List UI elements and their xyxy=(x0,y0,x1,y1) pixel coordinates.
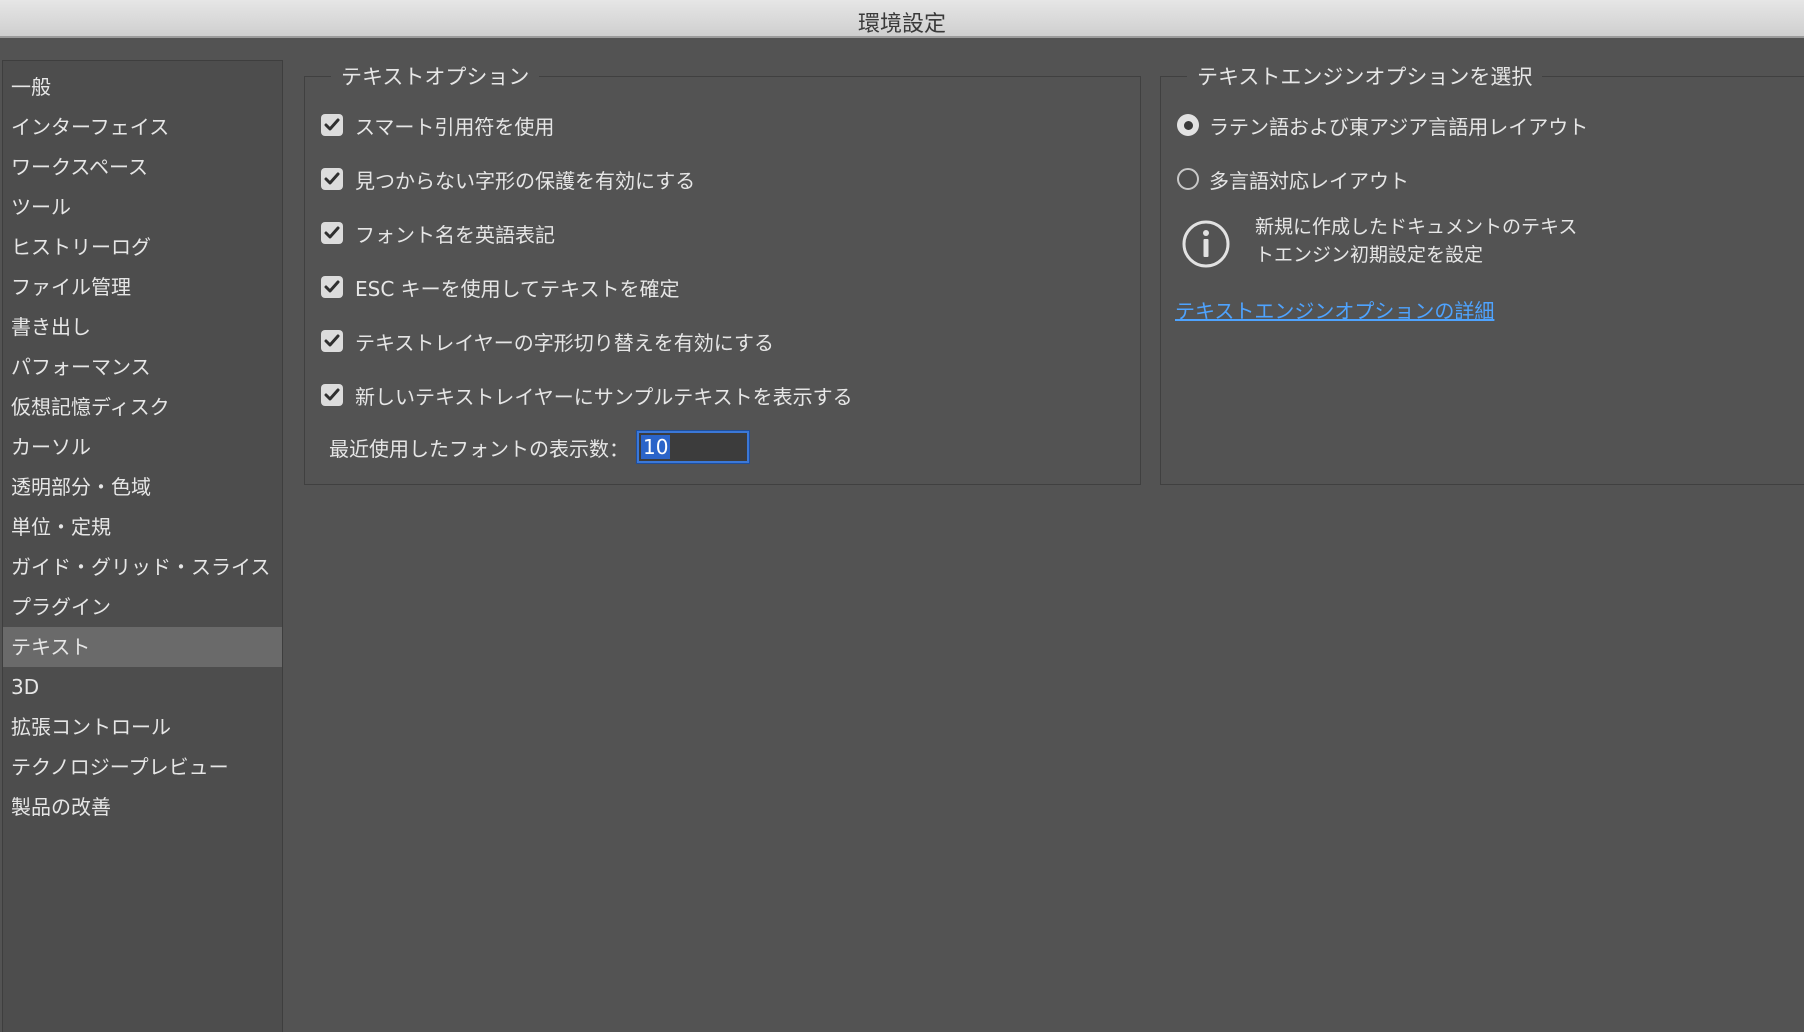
missing-glyph-protection-option[interactable]: 見つからない字形の保護を有効にする xyxy=(321,164,695,194)
glyph-alternates-option[interactable]: テキストレイヤーの字形切り替えを有効にする xyxy=(321,326,774,356)
sidebar-item-3d[interactable]: 3D xyxy=(3,667,282,707)
sidebar-item-plugins[interactable]: プラグイン xyxy=(3,587,282,627)
sidebar-item-transparency-gamut[interactable]: 透明部分・色域 xyxy=(3,467,282,507)
checkmark-icon xyxy=(324,280,340,293)
engine-info-text: 新規に作成したドキュメントのテキス トエンジン初期設定を設定 xyxy=(1255,213,1635,269)
glyph-alternates-label: テキストレイヤーの字形切り替えを有効にする xyxy=(355,330,774,355)
world-ready-layout-radio[interactable] xyxy=(1177,168,1199,190)
sidebar-item-scratch-disks[interactable]: 仮想記憶ディスク xyxy=(3,387,282,427)
font-names-english-checkbox[interactable] xyxy=(321,222,343,244)
checkmark-icon xyxy=(324,118,340,131)
checkmark-icon xyxy=(324,388,340,401)
engine-info-line2: トエンジン初期設定を設定 xyxy=(1255,244,1484,266)
esc-commit-text-label: ESC キーを使用してテキストを確定 xyxy=(355,276,680,301)
latin-east-asian-layout-label: ラテン語および東アジア言語用レイアウト xyxy=(1209,114,1589,139)
window-titlebar: 環境設定 xyxy=(0,0,1804,38)
sidebar-list: 一般 インターフェイス ワークスペース ツール ヒストリーログ ファイル管理 書… xyxy=(3,61,282,827)
sidebar-item-product-improvement[interactable]: 製品の改善 xyxy=(3,787,282,827)
smart-quotes-label: スマート引用符を使用 xyxy=(355,114,555,139)
esc-commit-text-option[interactable]: ESC キーを使用してテキストを確定 xyxy=(321,272,679,302)
text-engine-options-legend: テキストエンジンオプションを選択 xyxy=(1187,61,1543,91)
smart-quotes-checkbox[interactable] xyxy=(321,114,343,136)
recent-fonts-input[interactable]: 10 xyxy=(636,430,750,464)
latin-east-asian-layout-option[interactable]: ラテン語および東アジア言語用レイアウト xyxy=(1177,110,1588,140)
text-options-legend: テキストオプション xyxy=(331,61,540,91)
sidebar-item-type[interactable]: テキスト xyxy=(3,627,282,667)
sidebar-item-guides-grid-slices[interactable]: ガイド・グリッド・スライス xyxy=(3,547,282,587)
sidebar-item-interface[interactable]: インターフェイス xyxy=(3,107,282,147)
sidebar-item-export[interactable]: 書き出し xyxy=(3,307,282,347)
placeholder-text-label: 新しいテキストレイヤーにサンプルテキストを表示する xyxy=(355,384,853,409)
latin-east-asian-layout-radio[interactable] xyxy=(1177,114,1199,136)
recent-fonts-value: 10 xyxy=(641,435,671,459)
engine-info-line1: 新規に作成したドキュメントのテキス xyxy=(1255,216,1578,238)
world-ready-layout-label: 多言語対応レイアウト xyxy=(1209,168,1409,193)
info-icon xyxy=(1182,220,1230,268)
sidebar-item-workspace[interactable]: ワークスペース xyxy=(3,147,282,187)
sidebar-item-cursors[interactable]: カーソル xyxy=(3,427,282,467)
sidebar-item-technology-previews[interactable]: テクノロジープレビュー xyxy=(3,747,282,787)
world-ready-layout-option[interactable]: 多言語対応レイアウト xyxy=(1177,164,1409,194)
checkmark-icon xyxy=(324,226,340,239)
checkmark-icon xyxy=(324,334,340,347)
text-options-group: テキストオプション スマート引用符を使用 見つからない字形の保護を有効にする フ… xyxy=(304,61,1141,485)
placeholder-text-checkbox[interactable] xyxy=(321,384,343,406)
glyph-alternates-checkbox[interactable] xyxy=(321,330,343,352)
smart-quotes-option[interactable]: スマート引用符を使用 xyxy=(321,110,554,140)
sidebar-item-units-rulers[interactable]: 単位・定規 xyxy=(3,507,282,547)
missing-glyph-protection-checkbox[interactable] xyxy=(321,168,343,190)
preferences-sidebar: 一般 インターフェイス ワークスペース ツール ヒストリーログ ファイル管理 書… xyxy=(2,60,283,1032)
font-names-english-label: フォント名を英語表記 xyxy=(355,222,555,247)
recent-fonts-row: 最近使用したフォントの表示数： 10 xyxy=(329,430,750,464)
checkmark-icon xyxy=(324,172,340,185)
sidebar-item-performance[interactable]: パフォーマンス xyxy=(3,347,282,387)
font-names-english-option[interactable]: フォント名を英語表記 xyxy=(321,218,555,248)
sidebar-item-history-log[interactable]: ヒストリーログ xyxy=(3,227,282,267)
window-title: 環境設定 xyxy=(857,12,946,37)
placeholder-text-option[interactable]: 新しいテキストレイヤーにサンプルテキストを表示する xyxy=(321,380,853,410)
text-engine-details-link[interactable]: テキストエンジンオプションの詳細 xyxy=(1175,295,1494,324)
esc-commit-text-checkbox[interactable] xyxy=(321,276,343,298)
missing-glyph-protection-label: 見つからない字形の保護を有効にする xyxy=(355,168,696,193)
sidebar-item-file-handling[interactable]: ファイル管理 xyxy=(3,267,282,307)
sidebar-item-enhanced-controls[interactable]: 拡張コントロール xyxy=(3,707,282,747)
sidebar-item-general[interactable]: 一般 xyxy=(3,67,282,107)
recent-fonts-label: 最近使用したフォントの表示数： xyxy=(329,436,629,461)
text-engine-options-group: テキストエンジンオプションを選択 ラテン語および東アジア言語用レイアウト 多言語… xyxy=(1160,61,1804,485)
sidebar-item-tools[interactable]: ツール xyxy=(3,187,282,227)
